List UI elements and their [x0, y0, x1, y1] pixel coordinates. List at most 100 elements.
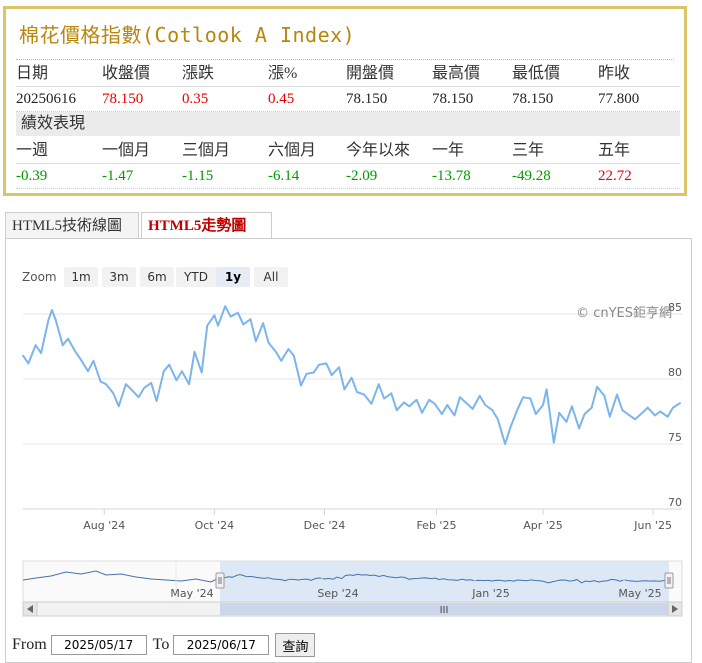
to-label: To — [152, 636, 170, 653]
price-point — [603, 395, 606, 397]
price-point — [558, 412, 560, 414]
price-point — [217, 324, 219, 327]
price-point — [628, 414, 631, 417]
value-low: 78.150 — [512, 91, 554, 107]
quote-panel: 棉花價格指數(Cotlook A Index) 日期 收盤價 漲跌 漲% 開盤價… — [3, 6, 687, 196]
perf-value-6m: -6.14 — [268, 168, 300, 184]
header-date: 日期 — [16, 65, 49, 82]
price-point — [497, 418, 499, 421]
price-point — [280, 360, 283, 362]
navigator-label: May '25 — [618, 587, 661, 600]
price-point — [112, 392, 115, 395]
price-point — [491, 409, 494, 411]
price-point — [193, 350, 196, 353]
price-point — [535, 413, 537, 415]
price-point — [181, 370, 183, 372]
navigator-handle-left[interactable] — [215, 572, 225, 589]
perf-value-1w: -0.39 — [16, 168, 48, 184]
quote-header-row: 日期 收盤價 漲跌 漲% 開盤價 最高價 最低價 昨收 — [16, 62, 680, 87]
perf-value-3y: -49.28 — [512, 168, 551, 184]
price-point — [459, 396, 461, 398]
price-point — [666, 415, 669, 418]
x-axis-ticks: Aug '24 Oct '24 Dec '24 Feb '25 Apr '25 Jun '… — [83, 509, 672, 532]
price-point — [590, 406, 593, 409]
price-point — [188, 383, 190, 385]
price-point — [155, 400, 158, 402]
price-point — [672, 406, 674, 409]
perf-header-1m: 一個月 — [102, 142, 151, 159]
header-open: 開盤價 — [346, 65, 395, 82]
y-tick-label: 70 — [668, 496, 682, 509]
tab-html5-trend-chart[interactable]: HTML5走勢圖 — [141, 212, 272, 239]
price-point — [318, 363, 320, 366]
price-points — [22, 305, 681, 445]
price-point — [143, 387, 145, 389]
price-point — [616, 393, 618, 396]
perf-header-ytd: 今年以來 — [346, 142, 411, 159]
price-point — [542, 404, 544, 406]
from-date-input[interactable] — [50, 635, 147, 655]
price-point — [224, 305, 226, 307]
header-high: 最高價 — [432, 65, 481, 82]
x-tick-label: Jun '25 — [633, 519, 672, 532]
navigator[interactable]: May '24 Sep '24 Jan '25 May '25 — [22, 560, 683, 603]
price-point — [529, 397, 532, 400]
price-point — [343, 388, 346, 391]
navigator-handle-right[interactable] — [664, 572, 674, 589]
price-point — [641, 412, 644, 414]
price-point — [80, 358, 82, 361]
value-prev-close: 77.800 — [598, 91, 640, 107]
price-point — [163, 370, 165, 372]
scrollbar[interactable]: III — [22, 601, 683, 617]
price-point — [446, 404, 449, 406]
price-point — [621, 409, 624, 411]
value-date: 20250616 — [16, 91, 76, 107]
value-change-pct: 0.45 — [268, 91, 295, 107]
price-point — [237, 311, 239, 314]
perf-value-ytd: -2.09 — [346, 168, 378, 184]
to-date-input[interactable] — [173, 635, 270, 655]
price-point — [137, 396, 140, 398]
perf-header-3y: 三年 — [512, 142, 545, 159]
price-point — [150, 382, 152, 384]
header-prev-close: 昨收 — [598, 65, 631, 82]
price-point — [571, 405, 573, 408]
price-point — [175, 379, 178, 382]
price-point — [255, 340, 257, 343]
price-point — [300, 384, 302, 387]
price-point — [275, 350, 277, 353]
value-close: 78.150 — [102, 91, 144, 107]
x-tick-label: Feb '25 — [416, 519, 456, 532]
y-tick-label: 75 — [668, 431, 682, 444]
query-button[interactable]: 查詢 — [275, 633, 316, 657]
quote-value-row: 20250616 78.150 0.35 0.45 78.150 78.150 … — [16, 87, 680, 112]
price-point — [305, 373, 308, 375]
price-point — [242, 323, 245, 326]
price-point — [287, 348, 290, 350]
performance-value-row: -0.39 -1.47 -1.15 -6.14 -2.09 -13.78 -49… — [16, 164, 680, 189]
price-point — [105, 383, 107, 385]
perf-value-5y: 22.72 — [598, 168, 632, 184]
price-point — [403, 401, 405, 404]
price-point — [27, 362, 30, 365]
price-point — [509, 426, 512, 428]
price-point — [609, 415, 611, 418]
x-tick-label: Oct '24 — [195, 519, 235, 532]
price-point — [51, 309, 53, 311]
price-point — [383, 397, 385, 400]
price-point — [168, 363, 170, 366]
tab-html5-technical-chart[interactable]: HTML5技術線圖 — [5, 212, 139, 238]
price-chart[interactable]: Aug '24 Oct '24 Dec '24 Feb '25 Apr '25 Jun '… — [6, 239, 691, 662]
price-series-line — [22, 305, 681, 445]
price-point — [479, 395, 481, 397]
price-point — [578, 427, 580, 430]
price-point — [433, 402, 436, 405]
perf-value-1m: -1.47 — [102, 168, 134, 184]
price-point — [229, 315, 232, 318]
price-point — [338, 366, 340, 369]
x-tick-label: Aug '24 — [83, 519, 125, 532]
price-point — [545, 388, 548, 391]
price-point — [330, 374, 333, 376]
header-close: 收盤價 — [102, 65, 151, 82]
perf-header-1w: 一週 — [16, 142, 49, 159]
